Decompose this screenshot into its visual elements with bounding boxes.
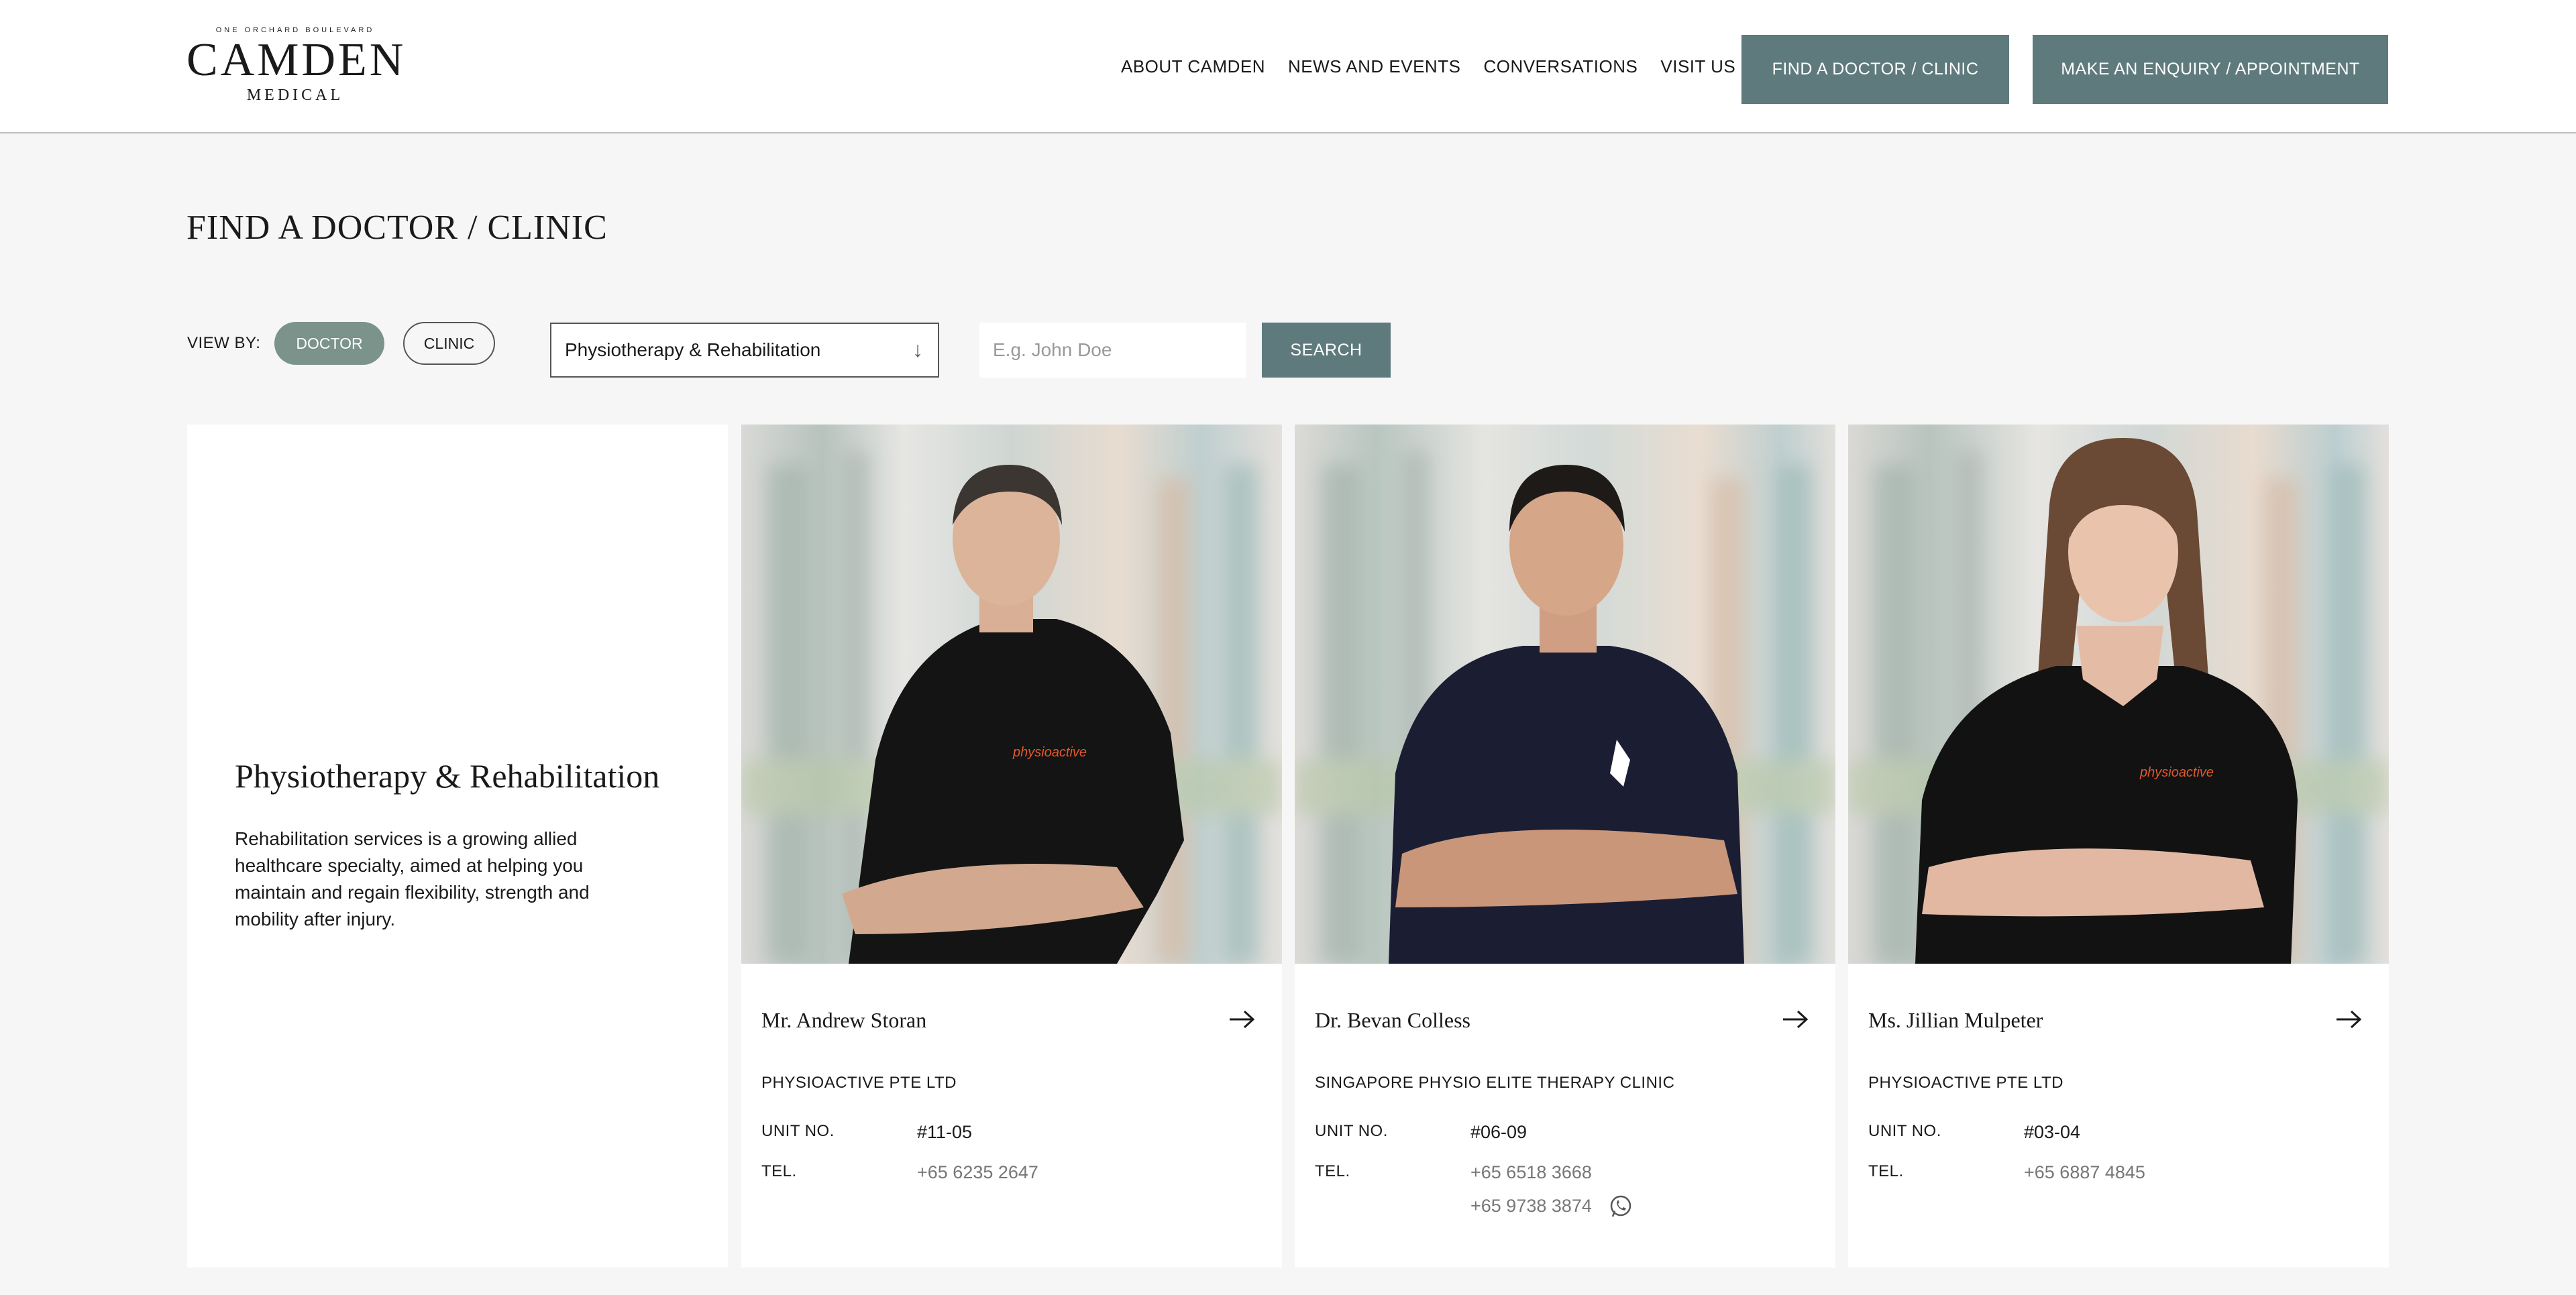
specialty-selected-value: Physiotherapy & Rehabilitation xyxy=(565,339,821,360)
mobile-number[interactable]: +65 9738 3874 xyxy=(1470,1196,1592,1217)
doctor-photo[interactable] xyxy=(1295,425,1835,964)
doctor-portrait xyxy=(1295,425,1835,964)
tel-label: TEL. xyxy=(1315,1162,1350,1180)
main-nav: ABOUT CAMDEN NEWS AND EVENTS CONVERSATIO… xyxy=(1121,56,1758,77)
specialty-intro-card: Physiotherapy & Rehabilitation Rehabilit… xyxy=(187,425,728,1268)
doctor-card[interactable]: physioactive Ms. Jillian Mulpeter PHYSIO… xyxy=(1848,425,2389,1268)
doctor-portrait: physioactive xyxy=(1848,425,2389,964)
doctor-photo[interactable]: physioactive xyxy=(741,425,1282,964)
clinic-name: PHYSIOACTIVE PTE LTD xyxy=(1868,1074,2063,1092)
search-button[interactable]: SEARCH xyxy=(1262,323,1391,378)
unit-label: UNIT NO. xyxy=(761,1122,835,1140)
clinic-name: SINGAPORE PHYSIO ELITE THERAPY CLINIC xyxy=(1315,1074,1675,1092)
doctor-card[interactable]: physioactive Mr. Andrew Storan PHYSIOACT… xyxy=(741,425,1282,1268)
site-header: ONE ORCHARD BOULEVARD CAMDEN MEDICAL ABO… xyxy=(0,0,2576,133)
nav-news-and-events[interactable]: NEWS AND EVENTS xyxy=(1288,56,1460,77)
arrow-right-icon[interactable] xyxy=(2335,1009,2362,1029)
unit-label: UNIT NO. xyxy=(1315,1122,1388,1140)
doctor-photo[interactable]: physioactive xyxy=(1848,425,2389,964)
tel-number[interactable]: +65 6518 3668 xyxy=(1470,1162,1592,1183)
doctor-search-input[interactable] xyxy=(979,323,1246,378)
tel-number[interactable]: +65 6235 2647 xyxy=(917,1162,1038,1183)
nav-conversations[interactable]: CONVERSATIONS xyxy=(1483,56,1638,77)
specialty-title: Physiotherapy & Rehabilitation xyxy=(235,757,660,795)
shirt-logo: physioactive xyxy=(1012,745,1087,760)
page-title: FIND A DOCTOR / CLINIC xyxy=(186,209,608,247)
specialty-select[interactable]: Physiotherapy & Rehabilitation ↓ xyxy=(550,323,939,378)
unit-number: #03-04 xyxy=(2024,1122,2081,1142)
find-doctor-clinic-button[interactable]: FIND A DOCTOR / CLINIC xyxy=(1741,35,2009,104)
logo-tagline: ONE ORCHARD BOULEVARD xyxy=(215,26,375,34)
view-by-doctor-toggle[interactable]: DOCTOR xyxy=(274,322,384,365)
specialty-description: Rehabilitation services is a growing all… xyxy=(235,828,590,930)
unit-label: UNIT NO. xyxy=(1868,1122,1941,1140)
arrow-right-icon[interactable] xyxy=(1228,1009,1255,1029)
logo-wordmark: CAMDEN xyxy=(186,34,407,86)
unit-number: #11-05 xyxy=(917,1122,973,1142)
tel-label: TEL. xyxy=(761,1162,797,1180)
nav-about-camden[interactable]: ABOUT CAMDEN xyxy=(1121,56,1265,77)
doctor-card[interactable]: Dr. Bevan Colless SINGAPORE PHYSIO ELITE… xyxy=(1295,425,1835,1268)
view-by-label: VIEW BY: xyxy=(187,334,261,352)
doctor-portrait: physioactive xyxy=(741,425,1282,964)
tel-number[interactable]: +65 6887 4845 xyxy=(2024,1162,2145,1183)
doctor-name[interactable]: Mr. Andrew Storan xyxy=(761,1008,926,1033)
arrow-down-icon: ↓ xyxy=(912,337,923,361)
clinic-name: PHYSIOACTIVE PTE LTD xyxy=(761,1074,957,1092)
doctor-name[interactable]: Ms. Jillian Mulpeter xyxy=(1868,1008,2043,1033)
view-by-clinic-toggle[interactable]: CLINIC xyxy=(403,322,495,365)
camden-medical-logo[interactable]: ONE ORCHARD BOULEVARD CAMDEN MEDICAL xyxy=(186,25,404,105)
nav-visit-us[interactable]: VISIT US xyxy=(1660,56,1735,77)
tel-label: TEL. xyxy=(1868,1162,1904,1180)
make-enquiry-button[interactable]: MAKE AN ENQUIRY / APPOINTMENT xyxy=(2033,35,2388,104)
unit-number: #06-09 xyxy=(1470,1122,1527,1142)
arrow-right-icon[interactable] xyxy=(1782,1009,1809,1029)
shirt-logo: physioactive xyxy=(2139,765,2214,780)
whatsapp-icon[interactable] xyxy=(1609,1194,1633,1219)
logo-subtitle: MEDICAL xyxy=(246,87,344,104)
doctor-name[interactable]: Dr. Bevan Colless xyxy=(1315,1008,1470,1033)
